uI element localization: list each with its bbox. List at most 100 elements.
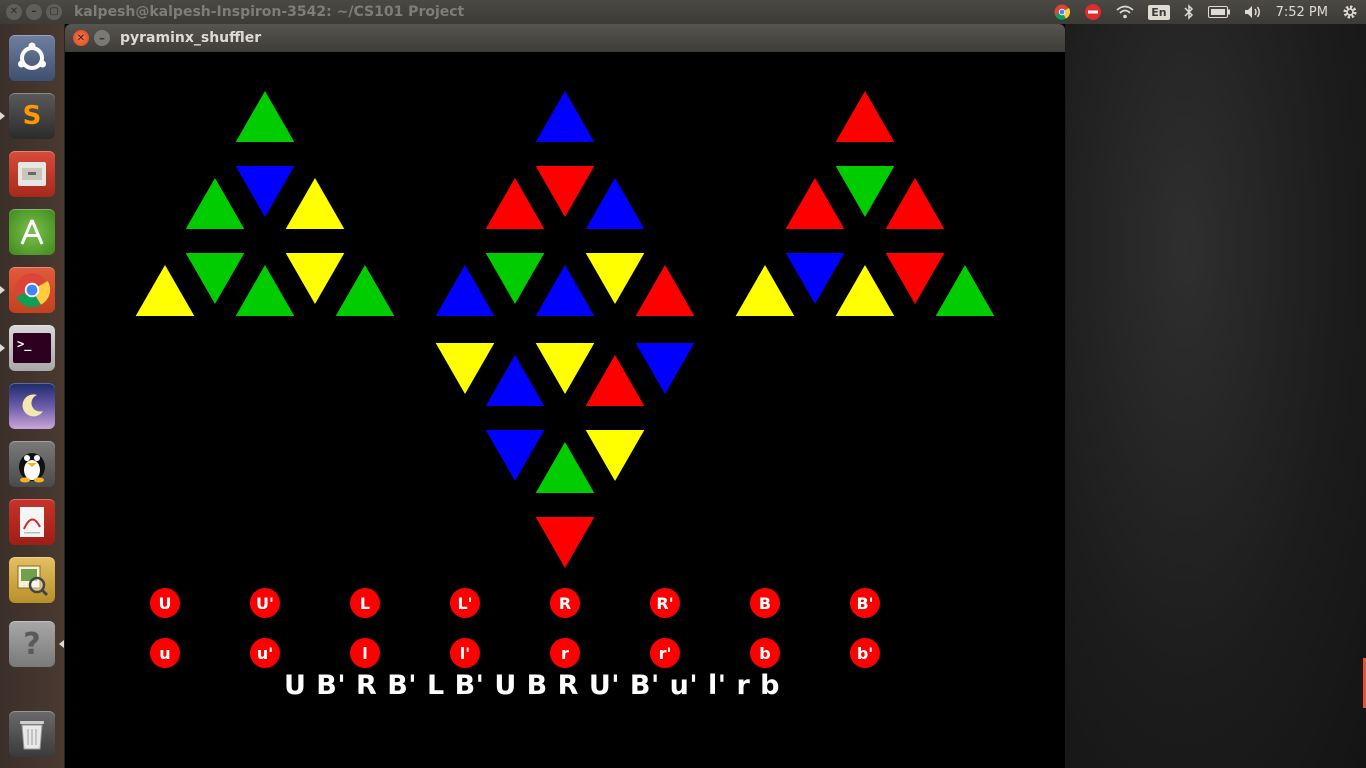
facelet [235,166,295,217]
move-button-label: L [360,594,370,613]
face-left [135,91,395,316]
sublime-text-icon[interactable]: S [0,90,58,142]
facelet [585,430,645,481]
image-viewer-icon[interactable] [6,554,58,606]
move-button-label: l' [460,644,470,663]
facelet [885,253,945,304]
facelet [585,253,645,304]
android-studio-icon[interactable] [6,206,58,258]
facelet [235,265,295,316]
launcher-focus-pip [59,640,64,648]
system-settings-gear-icon[interactable] [1342,4,1358,20]
move-button-upper-5[interactable]: R' [650,588,680,618]
facelet [785,178,845,229]
facelet [635,343,695,394]
move-button-lower-6[interactable]: b [750,638,780,668]
facelet [285,253,345,304]
indicator-area: En 7:52 PM [1054,2,1358,22]
move-button-label: u [159,644,170,663]
move-button-label: L' [457,594,472,613]
move-button-lower-3[interactable]: l' [450,638,480,668]
window-close-button[interactable]: ✕ [73,30,89,46]
move-button-lower-7[interactable]: b' [850,638,880,668]
top-minimize-button[interactable]: – [26,4,42,20]
face-center-top [435,91,695,316]
files-icon[interactable] [6,148,58,200]
move-button-upper-3[interactable]: L' [450,588,480,618]
move-button-upper-2[interactable]: L [350,588,380,618]
move-button-lower-2[interactable]: l [350,638,380,668]
move-button-lower-1[interactable]: u' [250,638,280,668]
move-button-upper-1[interactable]: U' [250,588,280,618]
stellarium-icon[interactable] [6,380,58,432]
face-right [735,91,995,316]
supertux-icon[interactable] [6,438,58,490]
facelet [485,253,545,304]
move-button-upper-6[interactable]: B [750,588,780,618]
launcher-running-pip [0,112,5,120]
move-button-label: U [159,594,172,613]
facelet [185,253,245,304]
move-button-lower-5[interactable]: r' [650,638,680,668]
facelet [935,265,995,316]
desktop-wallpaper [1066,24,1366,768]
chrome-icon[interactable] [0,264,58,316]
move-button-upper-0[interactable]: U [150,588,180,618]
facelet [535,166,595,217]
do-not-disturb-icon[interactable] [1084,3,1102,21]
move-button-label: r' [659,644,672,663]
top-maximize-button[interactable]: ▢ [46,4,62,20]
facelet [535,265,595,316]
clock[interactable]: 7:52 PM [1276,5,1328,20]
top-close-button[interactable]: ✕ [6,4,22,20]
trash-icon[interactable] [6,708,58,760]
wifi-icon[interactable] [1116,5,1134,19]
shuffle-sequence: U B' R B' L B' U B R U' B' u' l' r b [283,670,781,701]
volume-icon[interactable] [1244,5,1262,19]
window-title: pyraminx_shuffler [120,30,262,46]
launcher-running-pip [0,344,5,352]
facelet [835,265,895,316]
keyboard-layout-indicator[interactable]: En [1148,4,1170,20]
move-button-label: R' [656,594,673,613]
facelet [735,265,795,316]
facelet [235,91,295,142]
window-minimize-button[interactable]: – [94,30,110,46]
move-button-label: R [559,594,571,613]
facelet [635,265,695,316]
window-controls: ✕ – [73,30,110,46]
document-viewer-icon[interactable] [6,496,58,548]
window-titlebar[interactable]: ✕ – pyraminx_shuffler [65,24,1065,52]
facelet [185,178,245,229]
move-button-lower-0[interactable]: u [150,638,180,668]
terminal-icon[interactable]: >_ [0,322,58,374]
facelet [135,265,195,316]
facelet [335,265,395,316]
facelet [885,178,945,229]
move-button-upper-7[interactable]: B' [850,588,880,618]
move-button-label: b' [857,644,873,663]
facelet [585,355,645,406]
launcher-running-pip [0,286,5,294]
pyraminx-faces [135,91,995,568]
facelet [535,442,595,493]
ubuntu-dash-icon[interactable] [6,32,58,84]
top-panel-title: kalpesh@kalpesh-Inspiron-3542: ~/CS101 P… [74,4,465,20]
facelet [485,355,545,406]
move-button-label: b [759,644,770,663]
move-button-label: u' [257,644,273,663]
chrome-tray-icon[interactable] [1054,4,1071,20]
help-icon[interactable]: ? [6,618,64,670]
pyraminx-window: ✕ – pyraminx_shuffler U U' L L' R R' B B' u u' l l'… [65,24,1065,768]
facelet [835,166,895,217]
move-button-lower-4[interactable]: r [550,638,580,668]
facelet [435,265,495,316]
launcher: S >_ ? [0,24,65,768]
bluetooth-icon[interactable] [1184,4,1194,20]
facelet [435,343,495,394]
move-button-upper-4[interactable]: R [550,588,580,618]
facelet [835,91,895,142]
top-panel: ✕ – ▢ kalpesh@kalpesh-Inspiron-3542: ~/C… [0,0,1366,24]
battery-icon[interactable] [1207,6,1230,18]
move-button-label: r [561,644,569,663]
